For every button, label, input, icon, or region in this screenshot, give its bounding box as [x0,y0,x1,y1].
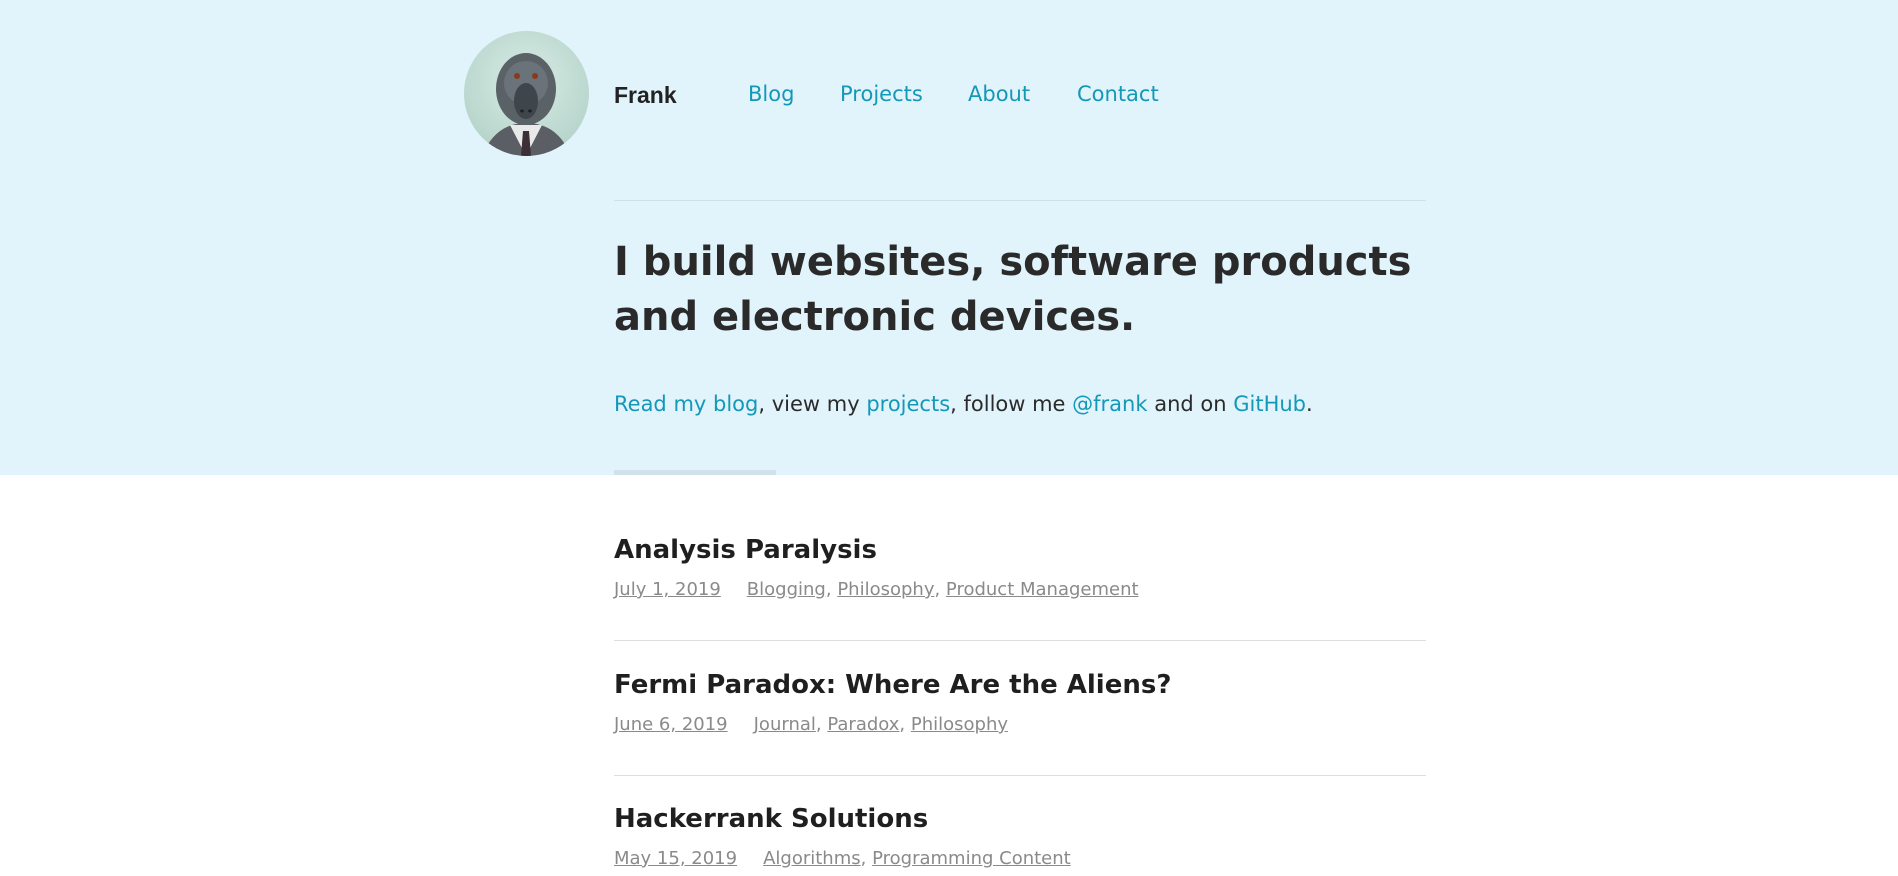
social-text-2: , follow me [950,392,1073,416]
post-item: Hackerrank Solutions May 15, 2019 Algorit… [614,804,1426,869]
tag-link[interactable]: Philosophy [837,579,934,600]
post-item: Fermi Paradox: Where Are the Aliens? Jun… [614,670,1426,735]
nav-about[interactable]: About [968,82,1030,106]
post-title-link[interactable]: Fermi Paradox: Where Are the Aliens? [614,670,1426,700]
social-text-3: and on [1147,392,1234,416]
post-meta: July 1, 2019 Blogging, Philosophy, Produc… [614,579,1139,600]
tag-link[interactable]: Philosophy [911,714,1008,735]
projects-link[interactable]: projects [866,392,950,416]
tag-link[interactable]: Journal [754,714,816,735]
github-link[interactable]: GitHub [1233,392,1306,416]
nav-blog[interactable]: Blog [748,82,794,106]
nav-projects[interactable]: Projects [840,82,923,106]
nav-contact[interactable]: Contact [1077,82,1159,106]
post-divider [614,640,1426,641]
hero-accent-bar [614,470,776,475]
social-text-1: , view my [758,392,867,416]
hero-headline: I build websites, software products and … [614,239,1412,340]
post-title-link[interactable]: Hackerrank Solutions [614,804,1426,834]
twitter-handle-link[interactable]: @frank [1072,392,1147,416]
post-title-link[interactable]: Analysis Paralysis [614,535,1426,565]
post-item: Analysis Paralysis July 1, 2019 Blogging,… [614,535,1426,600]
post-meta: May 15, 2019 Algorithms, Programming Cont… [614,848,1071,869]
tag-link[interactable]: Paradox [827,714,899,735]
header-divider [614,200,1426,201]
site-name[interactable]: Frank [614,82,677,109]
tag-link[interactable]: Programming Content [872,848,1071,869]
tag-link[interactable]: Blogging [747,579,826,600]
read-blog-link[interactable]: Read my blog [614,392,758,416]
post-meta: June 6, 2019 Journal, Paradox, Philosophy [614,714,1008,735]
social-text-4: . [1306,392,1313,416]
post-divider [614,775,1426,776]
tag-link[interactable]: Product Management [946,579,1139,600]
post-date-link[interactable]: July 1, 2019 [614,579,721,600]
hero-social-line: Read my blog, view my projects, follow m… [614,392,1514,416]
post-date-link[interactable]: June 6, 2019 [614,714,728,735]
tag-link[interactable]: Algorithms [763,848,861,869]
baboon-avatar-icon[interactable] [464,31,589,156]
post-date-link[interactable]: May 15, 2019 [614,848,737,869]
